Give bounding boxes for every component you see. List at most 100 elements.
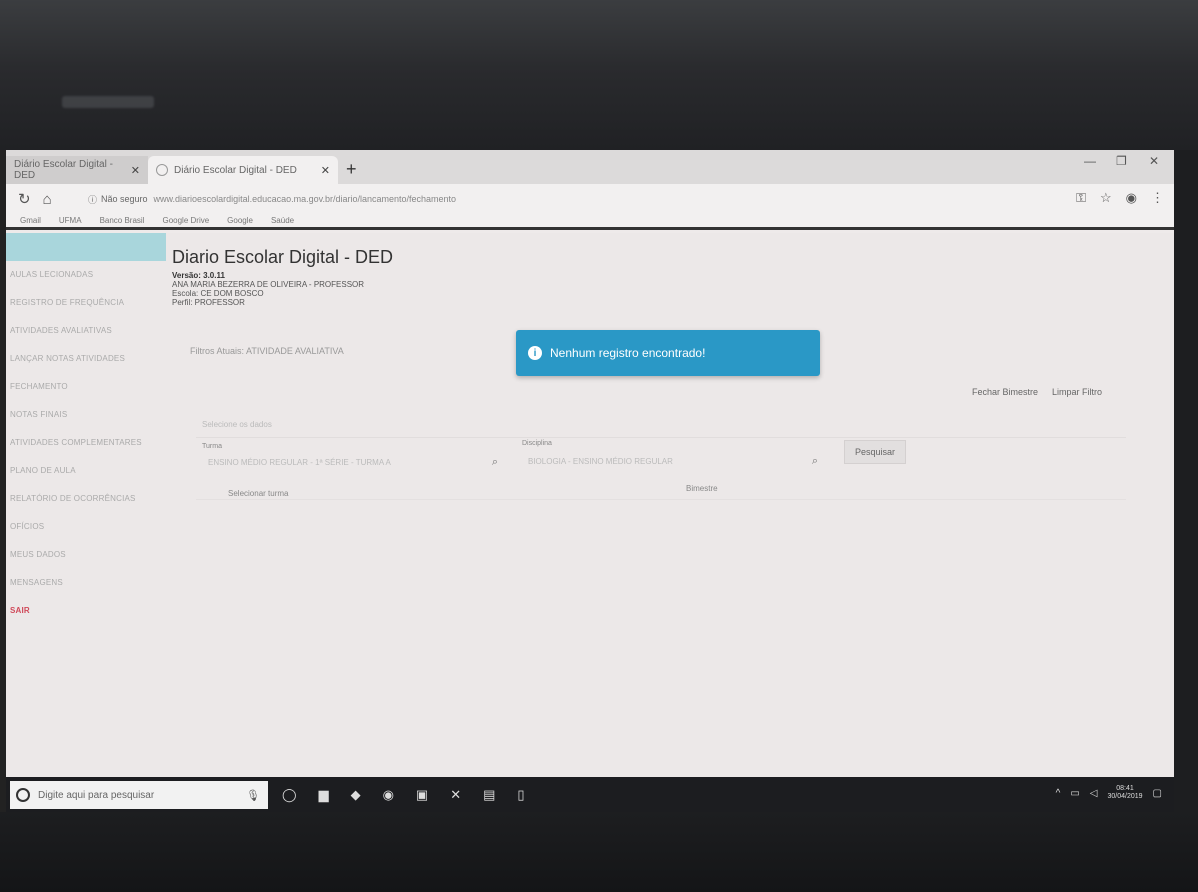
monitor-bezel-top [0, 0, 1198, 150]
current-filters: Filtros Atuais: ATIVIDADE AVALIATIVA [190, 346, 344, 356]
page-title: Diario Escolar Digital - DED [172, 247, 394, 267]
sidebar-item[interactable]: LANÇAR NOTAS ATIVIDADES [6, 345, 166, 373]
security-label: Não seguro [101, 194, 148, 204]
clear-filter-button[interactable]: Limpar Filtro [1044, 381, 1110, 403]
bezel-reflection [62, 96, 154, 108]
taskbar-apps: ◯ ▆ ◆ ◉ ▣ ✕ ▤ ▯ [282, 787, 525, 803]
header-meta: Versão: 3.0.11 ANA MARIA BEZERRA DE OLIV… [172, 271, 364, 307]
maximize-icon[interactable]: ❐ [1116, 154, 1127, 168]
close-icon[interactable]: ✕ [131, 164, 140, 177]
sidebar-item[interactable]: MEUS DADOS [6, 541, 166, 569]
new-tab-icon[interactable]: + [346, 160, 357, 178]
monitor-bezel-bottom [0, 812, 1198, 892]
bookmark-item[interactable]: Gmail [20, 216, 41, 225]
sidebar-item[interactable]: PLANO DE AULA [6, 457, 166, 485]
app-icon[interactable]: ▤ [483, 787, 495, 803]
notification-toast[interactable]: i Nenhum registro encontrado! [516, 330, 820, 376]
tab-active[interactable]: Diário Escolar Digital - DED ✕ [148, 156, 338, 184]
search-icon[interactable]: ⌕ [492, 456, 498, 469]
favicon-icon [156, 164, 168, 176]
sidebar-item[interactable]: AULAS LECIONADAS [6, 261, 166, 289]
sidebar-item[interactable]: NOTAS FINAIS [6, 401, 166, 429]
sidebar-item[interactable]: MENSAGENS [6, 569, 166, 597]
bookmark-item[interactable]: Saúde [271, 216, 294, 225]
bookmark-item[interactable]: Banco Brasil [100, 216, 145, 225]
info-icon[interactable]: ⓘ [88, 193, 97, 206]
network-icon[interactable]: ▭ [1070, 788, 1079, 799]
minimize-icon[interactable]: — [1084, 154, 1096, 168]
version-text: Versão: 3.0.11 [172, 271, 225, 280]
tab-inactive[interactable]: Diário Escolar Digital - DED ✕ [6, 156, 148, 184]
url-text[interactable]: www.diarioescolardigital.educacao.ma.gov… [154, 194, 457, 204]
disciplina-select[interactable]: BIOLOGIA - ENSINO MÉDIO REGULAR ⌕ [528, 452, 818, 470]
reload-icon[interactable]: ↻ [18, 190, 31, 208]
task-view-icon[interactable]: ◯ [282, 787, 297, 803]
search-button[interactable]: Pesquisar [844, 440, 906, 464]
bookmark-item[interactable]: Google Drive [162, 216, 209, 225]
file-explorer-icon[interactable]: ▆ [319, 787, 329, 803]
cortana-icon [16, 788, 30, 802]
taskbar: Digite aqui para pesquisar 🎙 ◯ ▆ ◆ ◉ ▣ ✕… [6, 777, 1174, 812]
address-icons: ⚿ ☆ ◉ ⋮ [1076, 190, 1164, 206]
screen: Diário Escolar Digital - DED ✕ Diário Es… [6, 150, 1174, 812]
toast-message: Nenhum registro encontrado! [550, 346, 706, 360]
account-icon[interactable]: ◉ [1126, 190, 1137, 206]
select-class-text: Selecionar turma [228, 489, 289, 498]
star-icon[interactable]: ☆ [1100, 190, 1112, 206]
address-bar: ↻ ⌂ ⓘ Não seguro www.diarioescolardigita… [6, 184, 1174, 214]
chevron-up-icon[interactable]: ^ [1056, 788, 1061, 799]
store-icon[interactable]: ▣ [416, 787, 428, 803]
sidebar-item-logout[interactable]: SAIR [6, 597, 166, 625]
search-icon[interactable]: ⌕ [812, 455, 818, 468]
key-icon[interactable]: ⚿ [1076, 190, 1086, 206]
sidebar-header [6, 233, 166, 261]
main-content: Diario Escolar Digital - DED Versão: 3.0… [172, 233, 1174, 777]
chrome-icon[interactable]: ◉ [383, 787, 394, 803]
sidebar-item[interactable]: ATIVIDADES AVALIATIVAS [6, 317, 166, 345]
tab-strip: Diário Escolar Digital - DED ✕ Diário Es… [6, 150, 1174, 184]
turma-select[interactable]: ENSINO MÉDIO REGULAR - 1ª SÉRIE - TURMA … [208, 453, 498, 471]
profile-line: Perfil: PROFESSOR [172, 298, 245, 307]
bimester-label: Bimestre [686, 484, 718, 493]
excel-icon[interactable]: ✕ [450, 787, 461, 803]
disciplina-label: Disciplina [522, 440, 552, 447]
sidebar-item[interactable]: ATIVIDADES COMPLEMENTARES [6, 429, 166, 457]
sidebar: AULAS LECIONADAS REGISTRO DE FREQUÊNCIA … [6, 233, 166, 777]
turma-label: Turma [202, 443, 222, 450]
sidebar-item[interactable]: OFÍCIOS [6, 513, 166, 541]
system-tray: ^ ▭ ◁ 08:41 30/04/2019 ▢ [1056, 785, 1162, 801]
search-placeholder: Digite aqui para pesquisar [38, 789, 155, 801]
tab-active-title: Diário Escolar Digital - DED [174, 164, 297, 176]
bookmark-item[interactable]: Google [227, 216, 253, 225]
close-icon[interactable]: ✕ [321, 164, 330, 177]
volume-icon[interactable]: ◁ [1090, 788, 1098, 799]
monitor-bezel-right [1174, 150, 1198, 812]
menu-icon[interactable]: ⋮ [1151, 190, 1164, 206]
info-icon: i [528, 346, 542, 360]
close-window-icon[interactable]: ✕ [1149, 154, 1159, 168]
close-bimester-button[interactable]: Fechar Bimestre [964, 381, 1046, 403]
app-icon[interactable]: ◆ [351, 787, 361, 803]
bookmark-item[interactable]: UFMA [59, 216, 82, 225]
section-label: Selecione os dados [202, 420, 272, 429]
clock-date: 30/04/2019 [1107, 793, 1143, 800]
school-line: Escola: CE DOM BOSCO [172, 289, 264, 298]
calculator-icon[interactable]: ▯ [517, 787, 524, 803]
user-line: ANA MARIA BEZERRA DE OLIVEIRA - PROFESSO… [172, 280, 365, 289]
taskbar-search[interactable]: Digite aqui para pesquisar 🎙 [10, 781, 268, 809]
microphone-icon[interactable]: 🎙 [246, 789, 260, 802]
disciplina-value: BIOLOGIA - ENSINO MÉDIO REGULAR [528, 456, 673, 466]
tab-inactive-title: Diário Escolar Digital - DED [14, 159, 113, 181]
sidebar-item[interactable]: RELATÓRIO DE OCORRÊNCIAS [6, 485, 166, 513]
clock[interactable]: 08:41 30/04/2019 [1108, 785, 1143, 801]
clock-time: 08:41 [1116, 785, 1134, 792]
page: AULAS LECIONADAS REGISTRO DE FREQUÊNCIA … [6, 233, 1174, 777]
omnibox[interactable]: ⓘ Não seguro www.diarioescolardigital.ed… [88, 189, 1038, 209]
sidebar-item[interactable]: REGISTRO DE FREQUÊNCIA [6, 289, 166, 317]
turma-value: ENSINO MÉDIO REGULAR - 1ª SÉRIE - TURMA … [208, 457, 391, 467]
notifications-icon[interactable]: ▢ [1153, 788, 1162, 799]
sidebar-item[interactable]: FECHAMENTO [6, 373, 166, 401]
bookmarks-bar: Gmail UFMA Banco Brasil Google Drive Goo… [6, 214, 1174, 230]
home-icon[interactable]: ⌂ [43, 191, 52, 208]
divider [196, 437, 1126, 438]
